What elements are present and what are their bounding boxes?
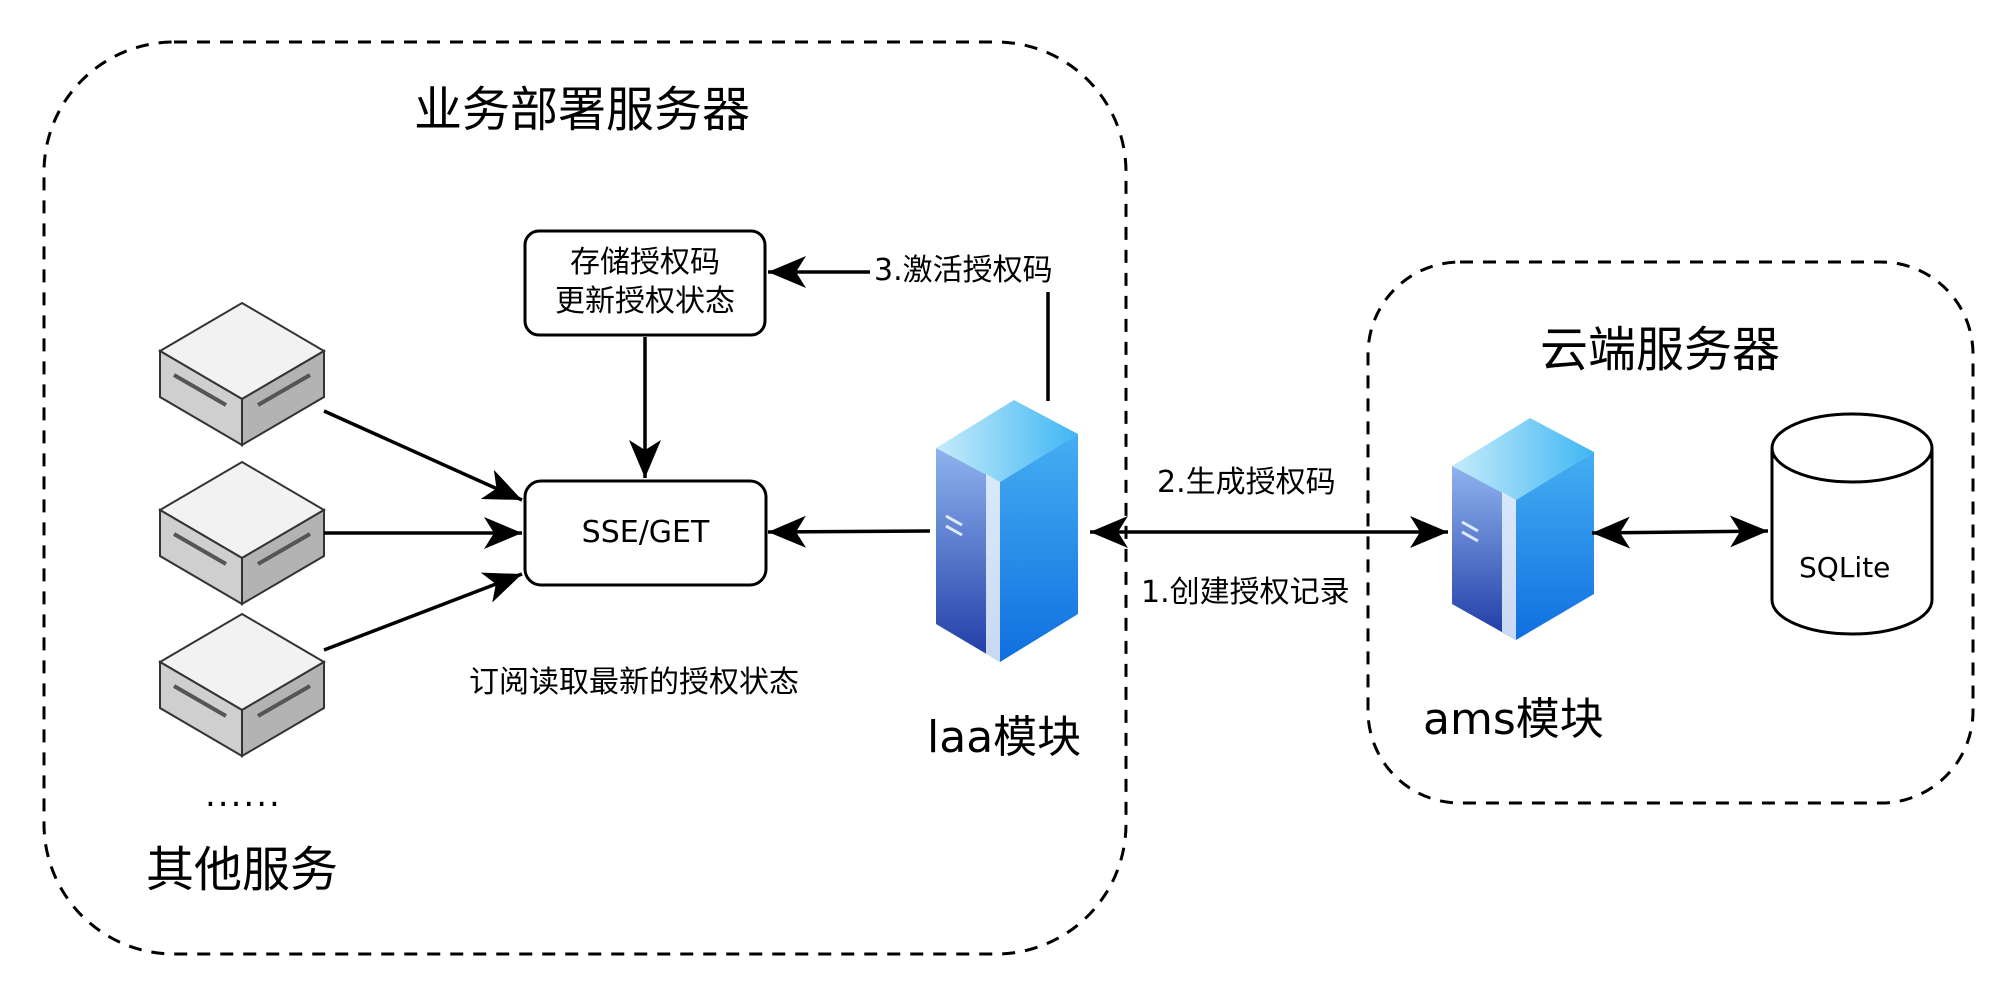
ams-module-label: ams模块 (1423, 694, 1604, 745)
step2-label: 2.生成授权码 (1157, 465, 1336, 500)
device-to-sse-arrow (323, 572, 523, 652)
other-services-label: 其他服务 (146, 842, 339, 898)
update-status-label: 更新授权状态 (555, 284, 735, 319)
sqlite-label: SQLite (1799, 551, 1891, 584)
laa-to-sse-arrow (767, 515, 931, 548)
step3-label: 3.激活授权码 (874, 253, 1053, 288)
laa-module-label: laa模块 (927, 712, 1082, 763)
other-services-ellipsis: ...... (205, 775, 282, 815)
server-icon (1452, 418, 1594, 640)
database-icon (1770, 412, 1934, 636)
network-device-icon (158, 460, 326, 606)
network-device-icon (158, 301, 326, 447)
deploy-server-title: 业务部署服务器 (414, 82, 751, 138)
subscribe-note: 订阅读取最新的授权状态 (469, 665, 799, 700)
sse-get-label: SSE/GET (581, 515, 710, 550)
store-code-label: 存储授权码 (570, 245, 720, 280)
network-device-icon (158, 612, 326, 758)
cloud-server-title: 云端服务器 (1540, 322, 1781, 378)
server-icon (936, 400, 1078, 662)
device-to-sse-arrow (323, 409, 523, 502)
step1-label: 1.创建授权记录 (1141, 575, 1350, 610)
ams-sqlite-arrow (1591, 515, 1769, 549)
